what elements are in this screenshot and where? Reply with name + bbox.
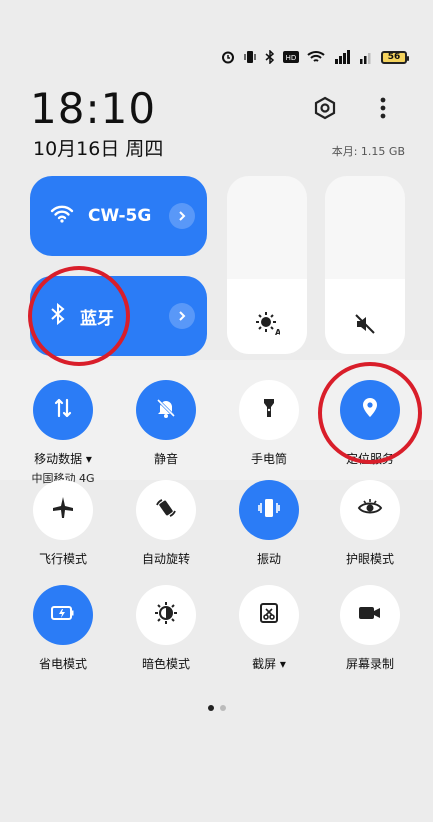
tile-screen-record[interactable]: 屏幕录制 bbox=[325, 585, 415, 672]
signal-x-icon bbox=[359, 50, 373, 64]
bluetooth-expand-button[interactable] bbox=[169, 303, 195, 329]
silent-label: 静音 bbox=[153, 452, 178, 466]
airplane-mode-label: 飞行模式 bbox=[38, 552, 87, 566]
more-vertical-icon bbox=[380, 96, 386, 124]
highlight-ring-location bbox=[318, 362, 422, 464]
status-bar: HD 56 bbox=[221, 50, 409, 64]
volume-slider[interactable] bbox=[325, 176, 405, 354]
gear-icon bbox=[313, 96, 337, 124]
vibrate-icon bbox=[243, 50, 257, 64]
hd-icon: HD bbox=[283, 50, 299, 64]
mobile-data-toggle[interactable] bbox=[33, 380, 93, 440]
more-options-button[interactable] bbox=[366, 93, 400, 127]
vibrate-toggle[interactable] bbox=[239, 480, 299, 540]
tile-silent[interactable]: 静音 bbox=[121, 380, 211, 467]
tile-battery-saver[interactable]: 省电模式 bbox=[18, 585, 108, 672]
page-dot bbox=[219, 705, 226, 711]
silent-toggle[interactable] bbox=[136, 380, 196, 440]
airplane-mode-toggle[interactable] bbox=[33, 480, 93, 540]
wifi-tile-label: CW-5G bbox=[88, 206, 152, 226]
clock-time: 18:10 bbox=[30, 84, 157, 133]
dark-mode-icon bbox=[154, 601, 178, 629]
wifi-icon bbox=[50, 204, 74, 228]
tile-vibrate[interactable]: 振动 bbox=[224, 480, 314, 567]
settings-button[interactable] bbox=[308, 93, 342, 127]
auto-rotate-toggle[interactable] bbox=[136, 480, 196, 540]
dark-mode-toggle[interactable] bbox=[136, 585, 196, 645]
auto-rotate-icon bbox=[154, 496, 178, 524]
vibrate-icon bbox=[257, 496, 281, 524]
wifi-tile[interactable]: CW-5G bbox=[30, 176, 207, 256]
airplane-icon bbox=[50, 496, 76, 524]
battery-saver-toggle[interactable] bbox=[33, 585, 93, 645]
wifi-icon bbox=[307, 50, 325, 64]
screen-record-toggle[interactable] bbox=[340, 585, 400, 645]
mobile-data-label: 移动数据 ▾ bbox=[34, 452, 92, 466]
tile-auto-rotate[interactable]: 自动旋转 bbox=[121, 480, 211, 567]
tile-screenshot[interactable]: 截屏 ▾ bbox=[224, 585, 314, 672]
chevron-right-icon bbox=[179, 211, 186, 221]
screenshot-label: 截屏 ▾ bbox=[252, 657, 286, 671]
silent-bell-icon bbox=[154, 396, 178, 424]
screen-record-label: 屏幕录制 bbox=[345, 657, 394, 671]
auto-brightness-icon: A bbox=[227, 310, 307, 336]
tile-eye-comfort[interactable]: 护眼模式 bbox=[325, 480, 415, 567]
tile-mobile-data[interactable]: 移动数据 ▾ 中国移动 4G bbox=[18, 380, 108, 486]
flashlight-toggle[interactable] bbox=[239, 380, 299, 440]
tile-airplane-mode[interactable]: 飞行模式 bbox=[18, 480, 108, 567]
date-label: 10月16日 周四 bbox=[33, 138, 164, 160]
data-usage-label: 本月: 1.15 GB bbox=[331, 145, 405, 158]
screenshot-icon bbox=[257, 601, 281, 629]
flashlight-label: 手电筒 bbox=[250, 452, 287, 466]
page-dot-active bbox=[207, 705, 214, 711]
svg-text:A: A bbox=[275, 328, 280, 336]
tile-flashlight[interactable]: 手电筒 bbox=[224, 380, 314, 467]
screenshot-toggle[interactable] bbox=[239, 585, 299, 645]
brightness-slider[interactable]: A bbox=[227, 176, 307, 354]
chevron-right-icon bbox=[179, 311, 186, 321]
battery-indicator: 56 bbox=[381, 50, 409, 64]
signal-4g-icon bbox=[333, 50, 351, 64]
alarm-icon bbox=[221, 50, 235, 64]
wifi-expand-button[interactable] bbox=[169, 203, 195, 229]
flashlight-icon bbox=[257, 396, 281, 424]
battery-saver-label: 省电模式 bbox=[38, 657, 87, 671]
auto-rotate-label: 自动旋转 bbox=[141, 552, 190, 566]
screen-record-icon bbox=[357, 601, 383, 629]
eye-comfort-icon bbox=[357, 496, 383, 524]
page-indicator bbox=[0, 705, 433, 711]
svg-text:HD: HD bbox=[286, 54, 297, 62]
highlight-ring-bluetooth bbox=[28, 266, 130, 366]
bluetooth-icon bbox=[265, 50, 275, 64]
vibrate-label: 振动 bbox=[256, 552, 281, 566]
mobile-data-icon bbox=[51, 396, 75, 424]
tile-dark-mode[interactable]: 暗色模式 bbox=[121, 585, 211, 672]
dark-mode-label: 暗色模式 bbox=[141, 657, 190, 671]
volume-muted-icon bbox=[325, 312, 405, 336]
battery-saver-icon bbox=[50, 601, 76, 629]
eye-comfort-toggle[interactable] bbox=[340, 480, 400, 540]
eye-comfort-label: 护眼模式 bbox=[345, 552, 394, 566]
